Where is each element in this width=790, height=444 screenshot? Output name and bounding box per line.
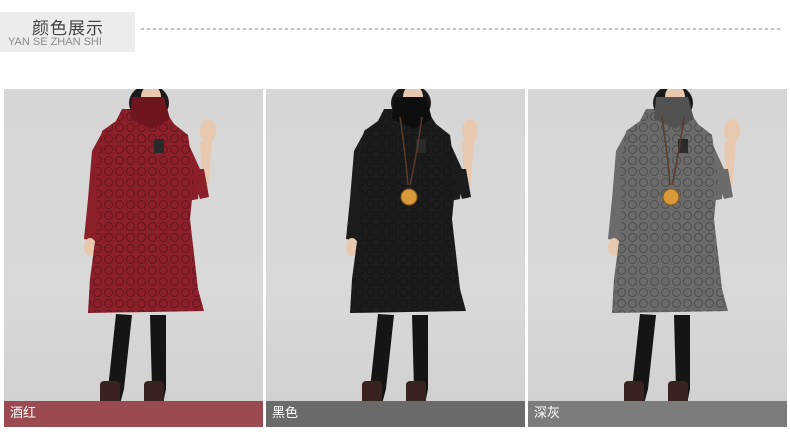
right-hand: [462, 119, 478, 143]
pendant: [400, 188, 418, 206]
right-hand: [200, 119, 216, 143]
dress-texture: [612, 109, 728, 313]
header-divider: [140, 28, 782, 30]
right-hand: [724, 119, 740, 143]
dress-texture: [88, 109, 204, 313]
color-label: 黑色: [266, 401, 525, 427]
color-label: 酒红: [4, 401, 263, 427]
product-image-black[interactable]: 黑色: [266, 89, 525, 427]
pendant: [662, 188, 680, 206]
section-subtitle: YAN SE ZHAN SHI: [8, 36, 102, 48]
product-image-red[interactable]: 酒红: [4, 89, 263, 427]
chest-patch: [154, 139, 164, 153]
product-image-grey[interactable]: 深灰: [528, 89, 787, 427]
color-label: 深灰: [528, 401, 787, 427]
dress-texture: [350, 109, 466, 313]
